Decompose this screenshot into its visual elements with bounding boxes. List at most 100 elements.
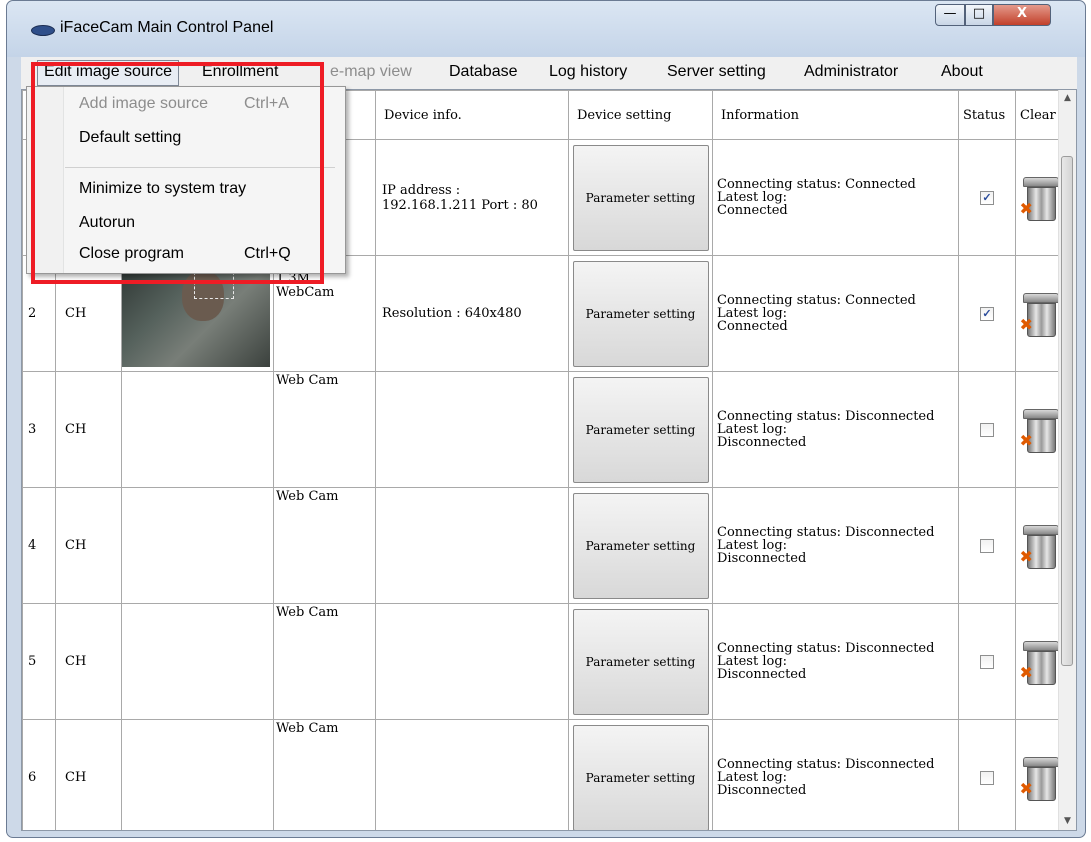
- row-device-setting-cell: Parameter setting: [568, 139, 713, 256]
- close-button[interactable]: X: [993, 4, 1051, 26]
- table-row[interactable]: 3 CH Web Cam Parameter setting Connecting st…: [22, 371, 1064, 488]
- col-header-device-setting: Device setting: [568, 90, 713, 140]
- row-type-text: Web Cam: [276, 605, 339, 620]
- trash-icon[interactable]: ✖: [1019, 291, 1061, 337]
- vertical-scrollbar[interactable]: ▲ ▼: [1058, 90, 1076, 830]
- row-status-cell: [958, 603, 1016, 720]
- row-information: Connecting status: Disconnected Latest l…: [712, 719, 959, 830]
- row-information: Connecting status: Disconnected Latest l…: [712, 603, 959, 720]
- menu-server-setting[interactable]: Server setting: [667, 63, 766, 81]
- status-checkbox[interactable]: ✓: [980, 190, 994, 205]
- row-information: Connecting status: Connected Latest log:…: [712, 139, 959, 256]
- row-type: Web Cam: [273, 371, 376, 488]
- row-channel: CH: [55, 719, 122, 830]
- row-clear-cell: ✖: [1015, 487, 1064, 604]
- row-device-setting-cell: Parameter setting: [568, 255, 713, 372]
- row-clear-cell: ✖: [1015, 719, 1064, 830]
- table-row[interactable]: 4 CH Web Cam Parameter setting Connecting st…: [22, 487, 1064, 604]
- row-clear-cell: ✖: [1015, 603, 1064, 720]
- row-device-info: [375, 603, 569, 720]
- col-header-device-info: Device info.: [375, 90, 569, 140]
- scroll-down-icon[interactable]: ▼: [1059, 813, 1076, 830]
- table-row[interactable]: 5 CH Web Cam Parameter setting Connecting st…: [22, 603, 1064, 720]
- row-index: 4: [22, 487, 56, 604]
- row-status-cell: [958, 719, 1016, 830]
- row-information-text: Connecting status: Connected Latest log:…: [717, 177, 916, 218]
- row-status-cell: ✓: [958, 139, 1016, 256]
- parameter-setting-button[interactable]: Parameter setting: [572, 260, 709, 367]
- status-checkbox[interactable]: [980, 422, 994, 437]
- row-type-text: Web Cam: [276, 373, 339, 388]
- row-preview-cell: [121, 487, 274, 604]
- row-index: 6: [22, 719, 56, 830]
- scroll-thumb[interactable]: [1061, 156, 1073, 666]
- row-channel: CH: [55, 487, 122, 604]
- row-device-info: Resolution : 640x480: [375, 255, 569, 372]
- trash-icon[interactable]: ✖: [1019, 523, 1061, 569]
- trash-icon[interactable]: ✖: [1019, 175, 1061, 221]
- status-checkbox[interactable]: [980, 770, 994, 785]
- parameter-setting-button[interactable]: Parameter setting: [572, 608, 709, 715]
- parameter-setting-button[interactable]: Parameter setting: [572, 376, 709, 483]
- row-type-text: Web Cam: [276, 721, 339, 736]
- row-clear-cell: ✖: [1015, 139, 1064, 256]
- parameter-setting-button[interactable]: Parameter setting: [572, 492, 709, 599]
- row-index: 3: [22, 371, 56, 488]
- row-status-cell: ✓: [958, 255, 1016, 372]
- row-status-cell: [958, 371, 1016, 488]
- row-preview-cell: [121, 719, 274, 830]
- scroll-up-icon[interactable]: ▲: [1059, 90, 1076, 107]
- row-device-info-text: IP address : 192.168.1.211 Port : 80: [382, 182, 538, 213]
- menu-about[interactable]: About: [941, 63, 983, 81]
- row-device-setting-cell: Parameter setting: [568, 719, 713, 830]
- row-information-text: Connecting status: Connected Latest log:…: [717, 293, 916, 334]
- row-channel: CH: [55, 371, 122, 488]
- menu-administrator[interactable]: Administrator: [804, 63, 898, 81]
- row-type: Web Cam: [273, 719, 376, 830]
- row-preview-cell: [121, 603, 274, 720]
- row-device-info: [375, 487, 569, 604]
- menu-log-history[interactable]: Log history: [549, 63, 627, 81]
- col-header-status: Status: [958, 90, 1016, 140]
- parameter-setting-button[interactable]: Parameter setting: [572, 724, 709, 830]
- row-information-text: Connecting status: Disconnected Latest l…: [717, 409, 935, 450]
- minimize-button[interactable]: —: [935, 4, 965, 26]
- table-row[interactable]: 6 CH Web Cam Parameter setting Connecting st…: [22, 719, 1064, 830]
- row-information: Connecting status: Disconnected Latest l…: [712, 487, 959, 604]
- parameter-setting-button[interactable]: Parameter setting: [572, 144, 709, 251]
- maximize-button[interactable]: □: [965, 4, 993, 26]
- row-device-setting-cell: Parameter setting: [568, 371, 713, 488]
- trash-icon[interactable]: ✖: [1019, 639, 1061, 685]
- menu-e-map-view[interactable]: e-map view: [330, 63, 412, 81]
- row-preview-cell: [121, 371, 274, 488]
- row-device-info: [375, 371, 569, 488]
- row-type: Web Cam: [273, 603, 376, 720]
- menu-database[interactable]: Database: [449, 63, 518, 81]
- row-device-setting-cell: Parameter setting: [568, 603, 713, 720]
- window-title: iFaceCam Main Control Panel: [60, 19, 274, 36]
- row-information: Connecting status: Disconnected Latest l…: [712, 371, 959, 488]
- row-clear-cell: ✖: [1015, 371, 1064, 488]
- status-checkbox[interactable]: [980, 538, 994, 553]
- row-information-text: Connecting status: Disconnected Latest l…: [717, 757, 935, 798]
- highlight-box: [31, 62, 324, 284]
- status-checkbox[interactable]: ✓: [980, 306, 994, 321]
- col-header-information: Information: [712, 90, 959, 140]
- row-status-cell: [958, 487, 1016, 604]
- row-type: Web Cam: [273, 487, 376, 604]
- trash-icon[interactable]: ✖: [1019, 407, 1061, 453]
- row-device-info-text: Resolution : 640x480: [382, 306, 522, 321]
- col-header-clear: Clear: [1015, 90, 1064, 140]
- row-index: 5: [22, 603, 56, 720]
- row-information-text: Connecting status: Disconnected Latest l…: [717, 525, 935, 566]
- row-device-info: IP address : 192.168.1.211 Port : 80: [375, 139, 569, 256]
- app-logo-icon: [31, 25, 55, 36]
- row-device-setting-cell: Parameter setting: [568, 487, 713, 604]
- row-clear-cell: ✖: [1015, 255, 1064, 372]
- trash-icon[interactable]: ✖: [1019, 755, 1061, 801]
- row-type-text: Web Cam: [276, 489, 339, 504]
- row-device-info: [375, 719, 569, 830]
- row-information: Connecting status: Connected Latest log:…: [712, 255, 959, 372]
- title-bar: iFaceCam Main Control Panel — □ X: [7, 1, 1085, 57]
- status-checkbox[interactable]: [980, 654, 994, 669]
